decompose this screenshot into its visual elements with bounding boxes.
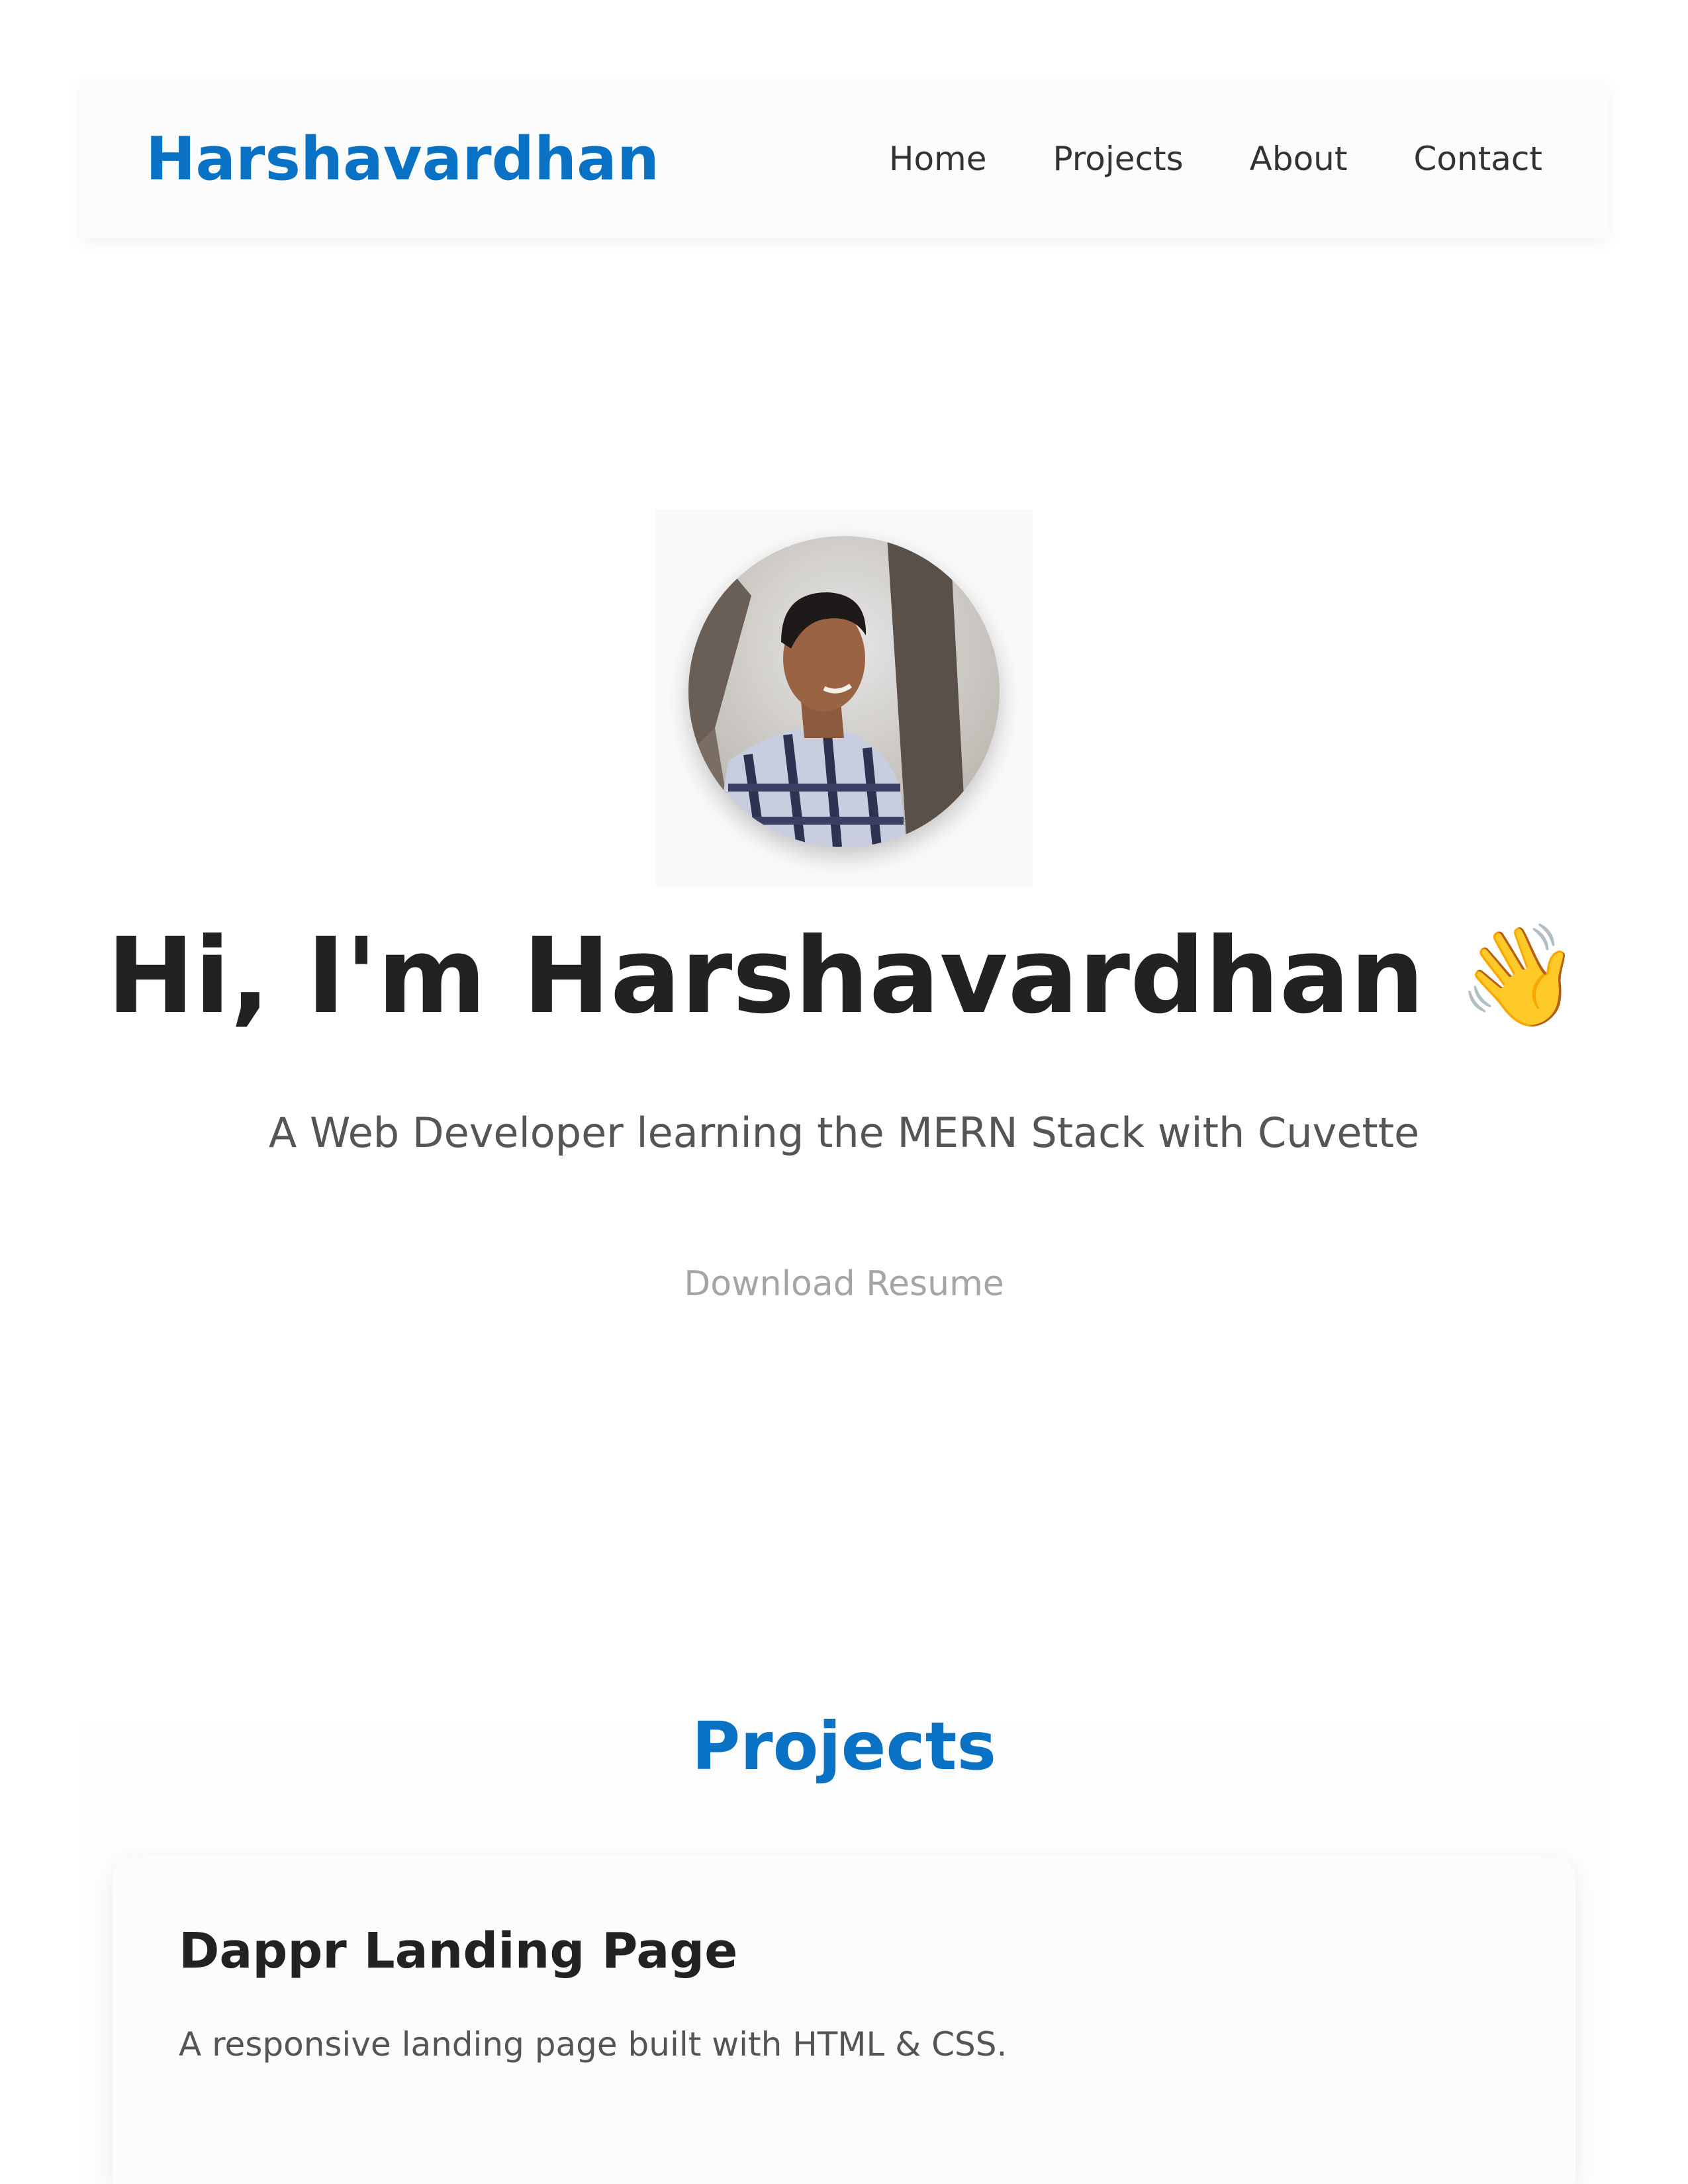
project-description: A responsive landing page built with HTM… xyxy=(179,2025,1008,2064)
nav-link-home[interactable]: Home xyxy=(889,140,987,178)
download-resume-row: Download Resume xyxy=(0,1264,1688,1304)
project-card[interactable]: Dappr Landing Page A responsive landing … xyxy=(113,1856,1575,2184)
hero-subtitle: A Web Developer learning the MERN Stack … xyxy=(268,1109,1420,1157)
avatar xyxy=(688,536,1000,847)
projects-heading: Projects xyxy=(691,1707,996,1785)
navbar: Harshavardhan Home Projects About Contac… xyxy=(79,79,1609,238)
hero-title-text: Hi, I'm Harshavardhan xyxy=(107,915,1425,1037)
nav-link-about[interactable]: About xyxy=(1250,140,1348,178)
nav-links: Home Projects About Contact xyxy=(823,140,1542,178)
download-resume-button[interactable]: Download Resume xyxy=(684,1264,1004,1304)
nav-link-projects[interactable]: Projects xyxy=(1053,140,1184,178)
hero-title: Hi, I'm Harshavardhan 👋 xyxy=(0,910,1688,1042)
waving-hand-icon: 👋 xyxy=(1457,919,1581,1034)
profile-photo-icon xyxy=(688,536,1000,847)
project-title: Dappr Landing Page xyxy=(179,1923,738,1979)
nav-link-contact[interactable]: Contact xyxy=(1413,140,1542,178)
brand-logo[interactable]: Harshavardhan xyxy=(146,124,659,194)
